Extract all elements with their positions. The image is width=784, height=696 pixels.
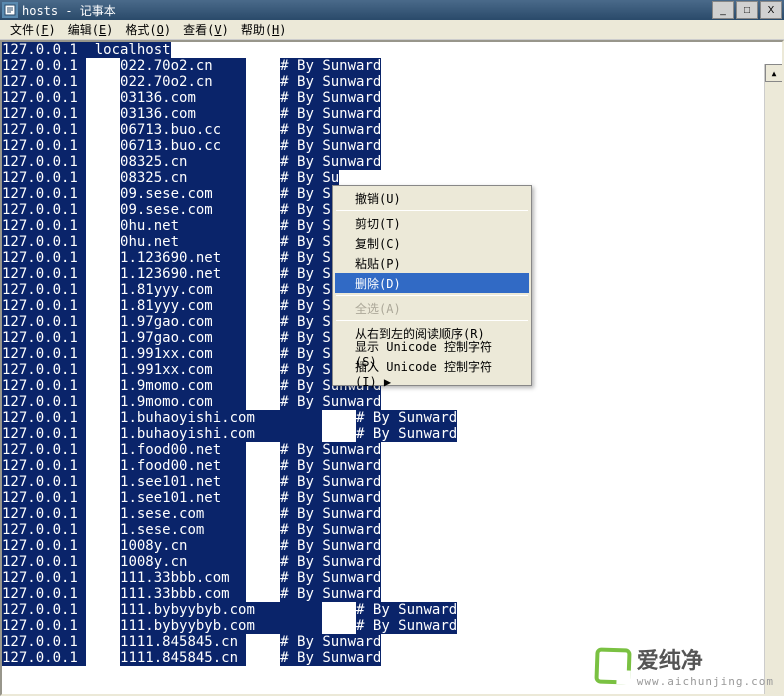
text-line[interactable]: 127.0.0.1 111.33bbb.com # By Sunward (2, 586, 782, 602)
text-line[interactable]: 127.0.0.1 1.see101.net # By Sunward (2, 474, 782, 490)
text-line[interactable]: 127.0.0.1 08325.cn # By Sunward (2, 154, 782, 170)
context-menu-separator (336, 210, 528, 211)
menu-h[interactable]: 帮助(H) (235, 19, 293, 40)
watermark-url: www.aichunjing.com (637, 675, 774, 688)
close-button[interactable]: X (760, 1, 782, 19)
watermark-logo-icon (594, 647, 631, 684)
text-line[interactable]: 127.0.0.1 03136.com # By Sunward (2, 90, 782, 106)
context-menu-item[interactable]: 粘贴(P) (335, 253, 529, 273)
text-line[interactable]: 127.0.0.1 1.see101.net # By Sunward (2, 490, 782, 506)
maximize-button[interactable]: □ (736, 1, 758, 19)
text-line[interactable]: 127.0.0.1 111.bybyybyb.com # By Sunward (2, 618, 782, 634)
text-line[interactable]: 127.0.0.1 022.70o2.cn # By Sunward (2, 58, 782, 74)
text-line[interactable]: 127.0.0.1 08325.cn # By Su (2, 170, 782, 186)
context-menu-item[interactable]: 复制(C) (335, 233, 529, 253)
context-menu-item[interactable]: 删除(D) (335, 273, 529, 293)
text-line[interactable]: 127.0.0.1 1.food00.net # By Sunward (2, 458, 782, 474)
text-line[interactable]: 127.0.0.1 111.bybyybyb.com # By Sunward (2, 602, 782, 618)
text-line[interactable]: 127.0.0.1 1.food00.net # By Sunward (2, 442, 782, 458)
text-line[interactable]: 127.0.0.1 1.buhaoyishi.com # By Sunward (2, 426, 782, 442)
menu-e[interactable]: 编辑(E) (62, 19, 120, 40)
text-line[interactable]: 127.0.0.1 1.sese.com # By Sunward (2, 522, 782, 538)
context-menu-separator (336, 320, 528, 321)
minimize-button[interactable]: _ (712, 1, 734, 19)
context-menu: 撤销(U)剪切(T)复制(C)粘贴(P)删除(D)全选(A)从右到左的阅读顺序(… (332, 185, 532, 386)
text-line[interactable]: 127.0.0.1 1.sese.com # By Sunward (2, 506, 782, 522)
text-line[interactable]: 127.0.0.1 1008y.cn # By Sunward (2, 554, 782, 570)
context-menu-separator (336, 295, 528, 296)
text-line[interactable]: 127.0.0.1 111.33bbb.com # By Sunward (2, 570, 782, 586)
vertical-scrollbar[interactable]: ▲ (764, 64, 782, 694)
text-line[interactable]: 127.0.0.1 03136.com # By Sunward (2, 106, 782, 122)
context-menu-item[interactable]: 撤销(U) (335, 188, 529, 208)
context-menu-item[interactable]: 剪切(T) (335, 213, 529, 233)
text-line[interactable]: 127.0.0.1 localhost (2, 42, 782, 58)
scroll-up-button[interactable]: ▲ (765, 64, 783, 82)
context-menu-item[interactable]: 插入 Unicode 控制字符(I) ▶ (335, 363, 529, 383)
menu-f[interactable]: 文件(F) (4, 19, 62, 40)
menu-o[interactable]: 格式(O) (119, 19, 177, 40)
text-line[interactable]: 127.0.0.1 06713.buo.cc # By Sunward (2, 138, 782, 154)
menubar: 文件(F)编辑(E)格式(O)查看(V)帮助(H) (0, 20, 784, 40)
window-controls: _ □ X (712, 1, 782, 19)
window-title: hosts - 记事本 (22, 2, 712, 19)
context-menu-item: 全选(A) (335, 298, 529, 318)
text-line[interactable]: 127.0.0.1 1.9momo.com # By Sunward (2, 394, 782, 410)
app-icon (2, 2, 18, 18)
watermark-brand: 爱纯净 (637, 643, 774, 675)
text-line[interactable]: 127.0.0.1 1.buhaoyishi.com # By Sunward (2, 410, 782, 426)
menu-v[interactable]: 查看(V) (177, 19, 235, 40)
text-line[interactable]: 127.0.0.1 06713.buo.cc # By Sunward (2, 122, 782, 138)
watermark: 爱纯净 www.aichunjing.com (595, 643, 774, 688)
text-line[interactable]: 127.0.0.1 022.70o2.cn # By Sunward (2, 74, 782, 90)
text-line[interactable]: 127.0.0.1 1008y.cn # By Sunward (2, 538, 782, 554)
titlebar[interactable]: hosts - 记事本 _ □ X (0, 0, 784, 20)
